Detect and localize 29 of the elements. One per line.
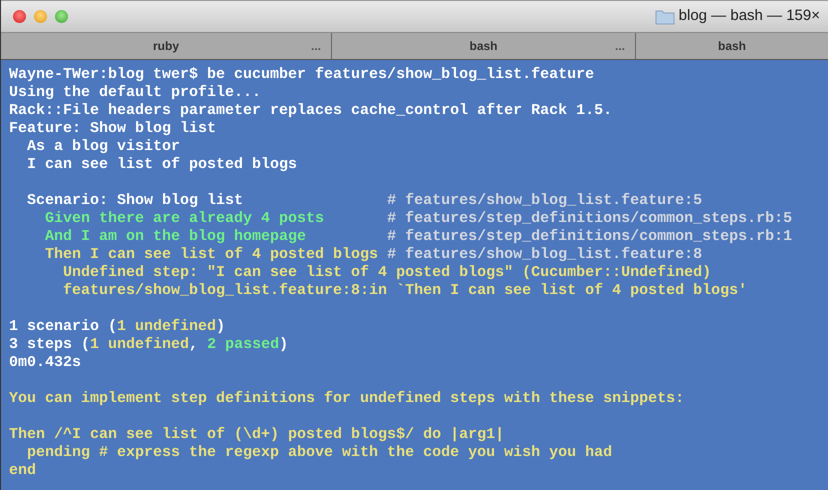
terminal-line: And I am on the blog homepage # features/step_definitions/common_steps.rb:1 xyxy=(44,228,794,246)
terminal-line: Using the default profile... xyxy=(9,84,262,102)
terminal-line: You can implement step definitions for undefined steps with these snippets: xyxy=(9,390,686,408)
terminal-line: Scenario: Show blog list # features/show_blog_list.feature:5 xyxy=(26,192,704,210)
terminal-line: Undefined step: "I can see list of 4 posted blogs" (Cucumber::Undefined) xyxy=(62,264,712,282)
close-button[interactable] xyxy=(13,10,26,23)
terminal-line: Wayne-TWer:blog twer$ be cucumber features/show_blog_list.feature xyxy=(9,66,596,84)
tab-label[interactable]: bash xyxy=(718,37,746,55)
terminal-line: Then /^I can see list of (\d+) posted blogs$/ do |arg1| xyxy=(9,426,506,444)
terminal-line: As a blog visitor xyxy=(26,138,182,156)
tab-menu[interactable]: ... xyxy=(310,37,321,55)
terminal-line: 0m0.432s xyxy=(9,354,82,372)
window-title: blog — bash — 159× xyxy=(678,6,820,26)
terminal-line: Given there are already 4 posts # features/step_definitions/common_steps.rb:5 xyxy=(44,210,794,228)
terminal-line: I can see list of posted blogs xyxy=(26,156,298,174)
minimize-button[interactable] xyxy=(34,10,47,23)
terminal-line: Rack::File headers parameter replaces cache_control after Rack 1.5. xyxy=(9,102,614,120)
terminal-line: 3 steps (1 undefined, 2 passed) xyxy=(9,336,290,354)
terminal-line: pending # express the regexp above with the code you wish you had xyxy=(26,444,614,462)
terminal-line: Then I can see list of 4 posted blogs # features/show_blog_list.feature:8 xyxy=(44,246,704,264)
terminal-line: end xyxy=(9,462,38,480)
terminal-line: Feature: Show blog list xyxy=(9,120,218,138)
terminal-line: 1 scenario (1 undefined) xyxy=(9,318,226,336)
folder-icon xyxy=(654,8,675,24)
zoom-button[interactable] xyxy=(55,10,68,23)
tab-menu[interactable]: ... xyxy=(614,37,625,55)
terminal-line: features/show_blog_list.feature:8:in `Then I can see list of 4 posted blogs' xyxy=(62,282,748,300)
tab-label[interactable]: bash xyxy=(469,37,498,55)
tab-label[interactable]: ruby xyxy=(152,37,179,55)
